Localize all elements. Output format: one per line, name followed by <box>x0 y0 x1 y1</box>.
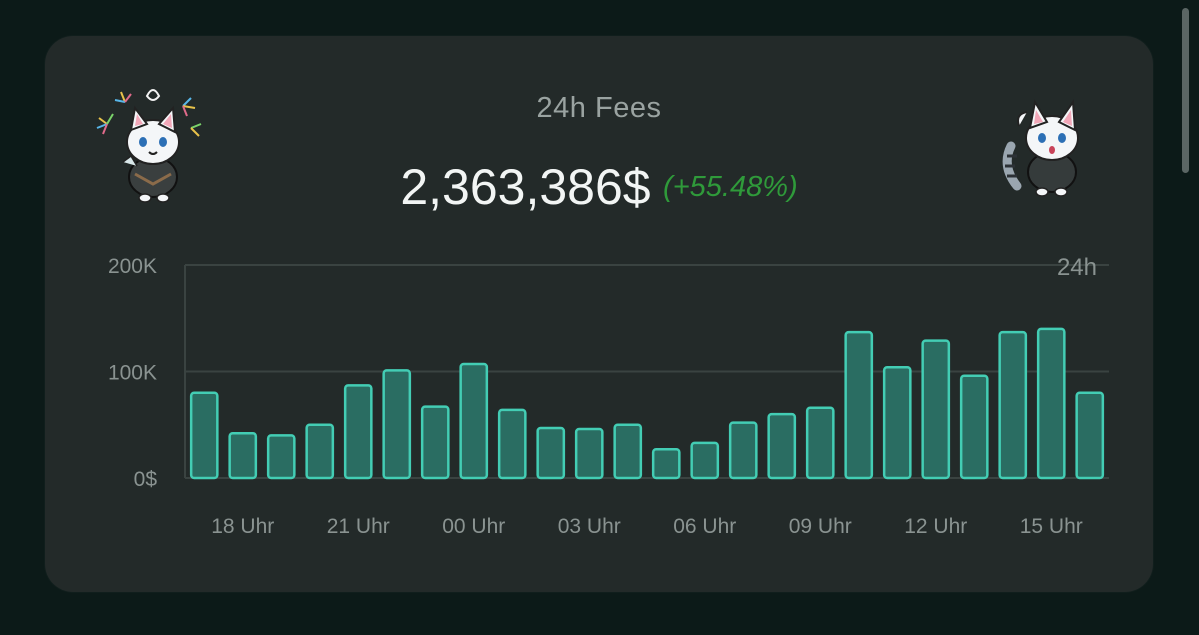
bar <box>305 423 335 480</box>
bar <box>613 423 643 480</box>
bar <box>343 384 373 480</box>
bar <box>844 330 874 480</box>
bar <box>536 426 566 480</box>
bar <box>882 365 912 480</box>
scrollbar[interactable] <box>1182 8 1189 173</box>
bar <box>921 339 951 480</box>
bar <box>998 330 1028 480</box>
x-tick-label: 09 Uhr <box>789 515 852 538</box>
bar <box>651 447 681 480</box>
bar <box>805 406 835 480</box>
bar <box>382 369 412 480</box>
x-tick-label: 03 Uhr <box>558 515 621 538</box>
x-tick-label: 06 Uhr <box>673 515 736 538</box>
y-tick-label: 100K <box>108 362 157 385</box>
fees-bar-chart: 0$ 100K 200K 24h 18 Uhr 21 Uhr 00 Uhr 03 Uhr 06 … <box>108 254 1109 538</box>
bar <box>266 434 296 480</box>
fees-card: 24h Fees 2,363,386$ (+55.48%) 0$ 100K 200K… <box>45 36 1153 592</box>
bar-layer <box>189 327 1105 480</box>
range-label: 24h <box>1057 254 1097 281</box>
y-tick-label: 200K <box>108 255 157 278</box>
bar <box>574 427 604 480</box>
bar <box>1036 327 1066 480</box>
bar <box>228 432 258 480</box>
x-tick-label: 12 Uhr <box>904 515 967 538</box>
bar <box>459 362 489 480</box>
bar <box>767 412 797 480</box>
x-tick-label: 21 Uhr <box>327 515 390 538</box>
bar <box>420 405 450 480</box>
bar <box>728 421 758 480</box>
bar <box>690 441 720 480</box>
bar <box>189 391 219 480</box>
bar <box>1075 391 1105 480</box>
bar <box>959 374 989 480</box>
x-tick-label: 18 Uhr <box>211 515 274 538</box>
bar <box>497 408 527 480</box>
y-tick-label: 0$ <box>134 468 158 491</box>
x-tick-label: 15 Uhr <box>1020 515 1083 538</box>
x-tick-label: 00 Uhr <box>442 515 505 538</box>
